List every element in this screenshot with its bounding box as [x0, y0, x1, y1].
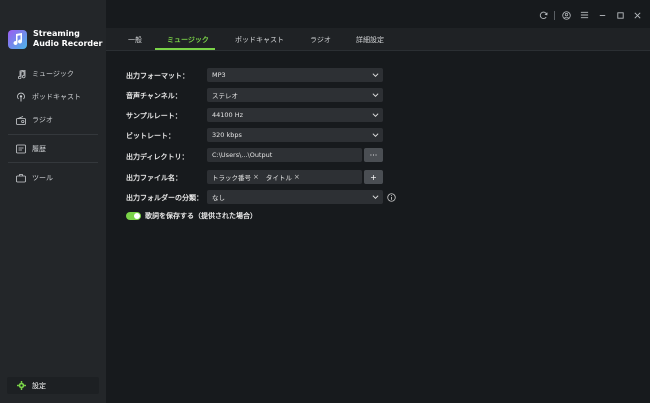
- tab-radio[interactable]: ラジオ: [310, 28, 331, 51]
- audio-channel-value: ステレオ: [212, 92, 238, 100]
- folder-classification-select[interactable]: なし: [207, 190, 383, 204]
- remove-tag-icon[interactable]: ×: [294, 173, 300, 181]
- chevron-down-icon: [372, 195, 379, 199]
- audio-channel-label: 音声チャンネル：: [126, 92, 182, 100]
- output-format-value: MP3: [212, 71, 226, 79]
- output-format-label: 出力フォーマット：: [126, 72, 189, 80]
- remove-tag-icon[interactable]: ×: [253, 173, 259, 181]
- music-logo-icon: [13, 33, 23, 46]
- output-filename-tags[interactable]: トラック番号 × タイトル ×: [207, 170, 362, 184]
- radio-icon: [16, 115, 26, 125]
- history-icon: [16, 144, 26, 154]
- tab-advanced[interactable]: 詳細設定: [356, 28, 384, 51]
- output-dir-label: 出力ディレクトリ：: [126, 153, 189, 161]
- plus-icon: +: [370, 172, 377, 182]
- sidebar-item-label: ツール: [32, 174, 53, 182]
- app-logo: [8, 30, 27, 49]
- maximize-icon[interactable]: [615, 10, 625, 20]
- app-title-line1: Streaming: [33, 29, 80, 38]
- sidebar-item-label: ラジオ: [32, 116, 53, 124]
- sidebar-item-label: ポッドキャスト: [32, 93, 81, 101]
- app-title-line2: Audio Recorder: [33, 39, 103, 48]
- toolbox-icon: [16, 173, 26, 183]
- menu-icon[interactable]: [579, 10, 589, 20]
- audio-channel-select[interactable]: ステレオ: [207, 88, 383, 102]
- chevron-down-icon: [372, 93, 379, 97]
- folder-classification-value: なし: [212, 194, 225, 202]
- tab-general[interactable]: 一般: [128, 28, 142, 51]
- app-title: Streaming Audio Recorder: [33, 29, 103, 49]
- chevron-down-icon: [372, 73, 379, 77]
- gear-icon: [17, 381, 26, 390]
- sidebar-item-label: 履歴: [32, 145, 46, 153]
- music-note-icon: [16, 69, 26, 79]
- sample-rate-label: サンプルレート：: [126, 112, 182, 120]
- browse-folder-button[interactable]: ···: [364, 148, 383, 162]
- filename-tag-label: タイトル: [265, 174, 292, 182]
- tab-podcast[interactable]: ポッドキャスト: [235, 28, 284, 51]
- save-lyrics-toggle[interactable]: [126, 212, 141, 220]
- more-icon: ···: [369, 150, 378, 160]
- output-dir-value: C:\Users\...\Output: [212, 151, 273, 159]
- active-tab-indicator: [155, 48, 215, 50]
- sidebar-item-label: ミュージック: [32, 70, 74, 78]
- folder-classification-label: 出力フォルダーの分類：: [126, 194, 203, 202]
- output-filename-label: 出力ファイル名：: [126, 174, 182, 182]
- output-format-select[interactable]: MP3: [207, 68, 383, 82]
- close-icon[interactable]: [632, 10, 642, 20]
- filename-tag: トラック番号 ×: [212, 172, 259, 182]
- bit-rate-value: 320 kbps: [212, 131, 242, 139]
- settings-label: 設定: [32, 381, 46, 390]
- info-icon[interactable]: [387, 193, 396, 202]
- settings-button[interactable]: 設定: [7, 377, 99, 394]
- sidebar-item-music[interactable]: ミュージック: [0, 64, 106, 84]
- chevron-down-icon: [372, 113, 379, 117]
- podcast-icon: [16, 92, 26, 102]
- bit-rate-select[interactable]: 320 kbps: [207, 128, 383, 142]
- filename-tag: タイトル ×: [266, 172, 300, 182]
- sidebar-item-tools[interactable]: ツール: [0, 168, 106, 188]
- sidebar-item-radio[interactable]: ラジオ: [0, 110, 106, 130]
- sidebar-item-podcast[interactable]: ポッドキャスト: [0, 87, 106, 107]
- add-filename-tag-button[interactable]: +: [364, 170, 383, 184]
- chevron-down-icon: [372, 133, 379, 137]
- sidebar-divider: [8, 134, 98, 135]
- sidebar-item-history[interactable]: 履歴: [0, 139, 106, 159]
- account-icon[interactable]: [561, 10, 571, 20]
- sample-rate-value: 44100 Hz: [212, 111, 244, 119]
- minimize-icon[interactable]: [597, 10, 607, 20]
- save-lyrics-label: 歌詞を保存する（提供された場合）: [145, 212, 257, 220]
- sidebar: Streaming Audio Recorder ミュージック ポッドキャスト …: [0, 0, 106, 403]
- window-controls-divider: [554, 11, 555, 20]
- bit-rate-label: ビットレート：: [126, 132, 175, 140]
- refresh-icon[interactable]: [538, 10, 548, 20]
- filename-tag-label: トラック番号: [212, 174, 251, 182]
- sample-rate-select[interactable]: 44100 Hz: [207, 108, 383, 122]
- output-dir-input[interactable]: C:\Users\...\Output: [207, 148, 362, 162]
- sidebar-divider: [8, 162, 98, 163]
